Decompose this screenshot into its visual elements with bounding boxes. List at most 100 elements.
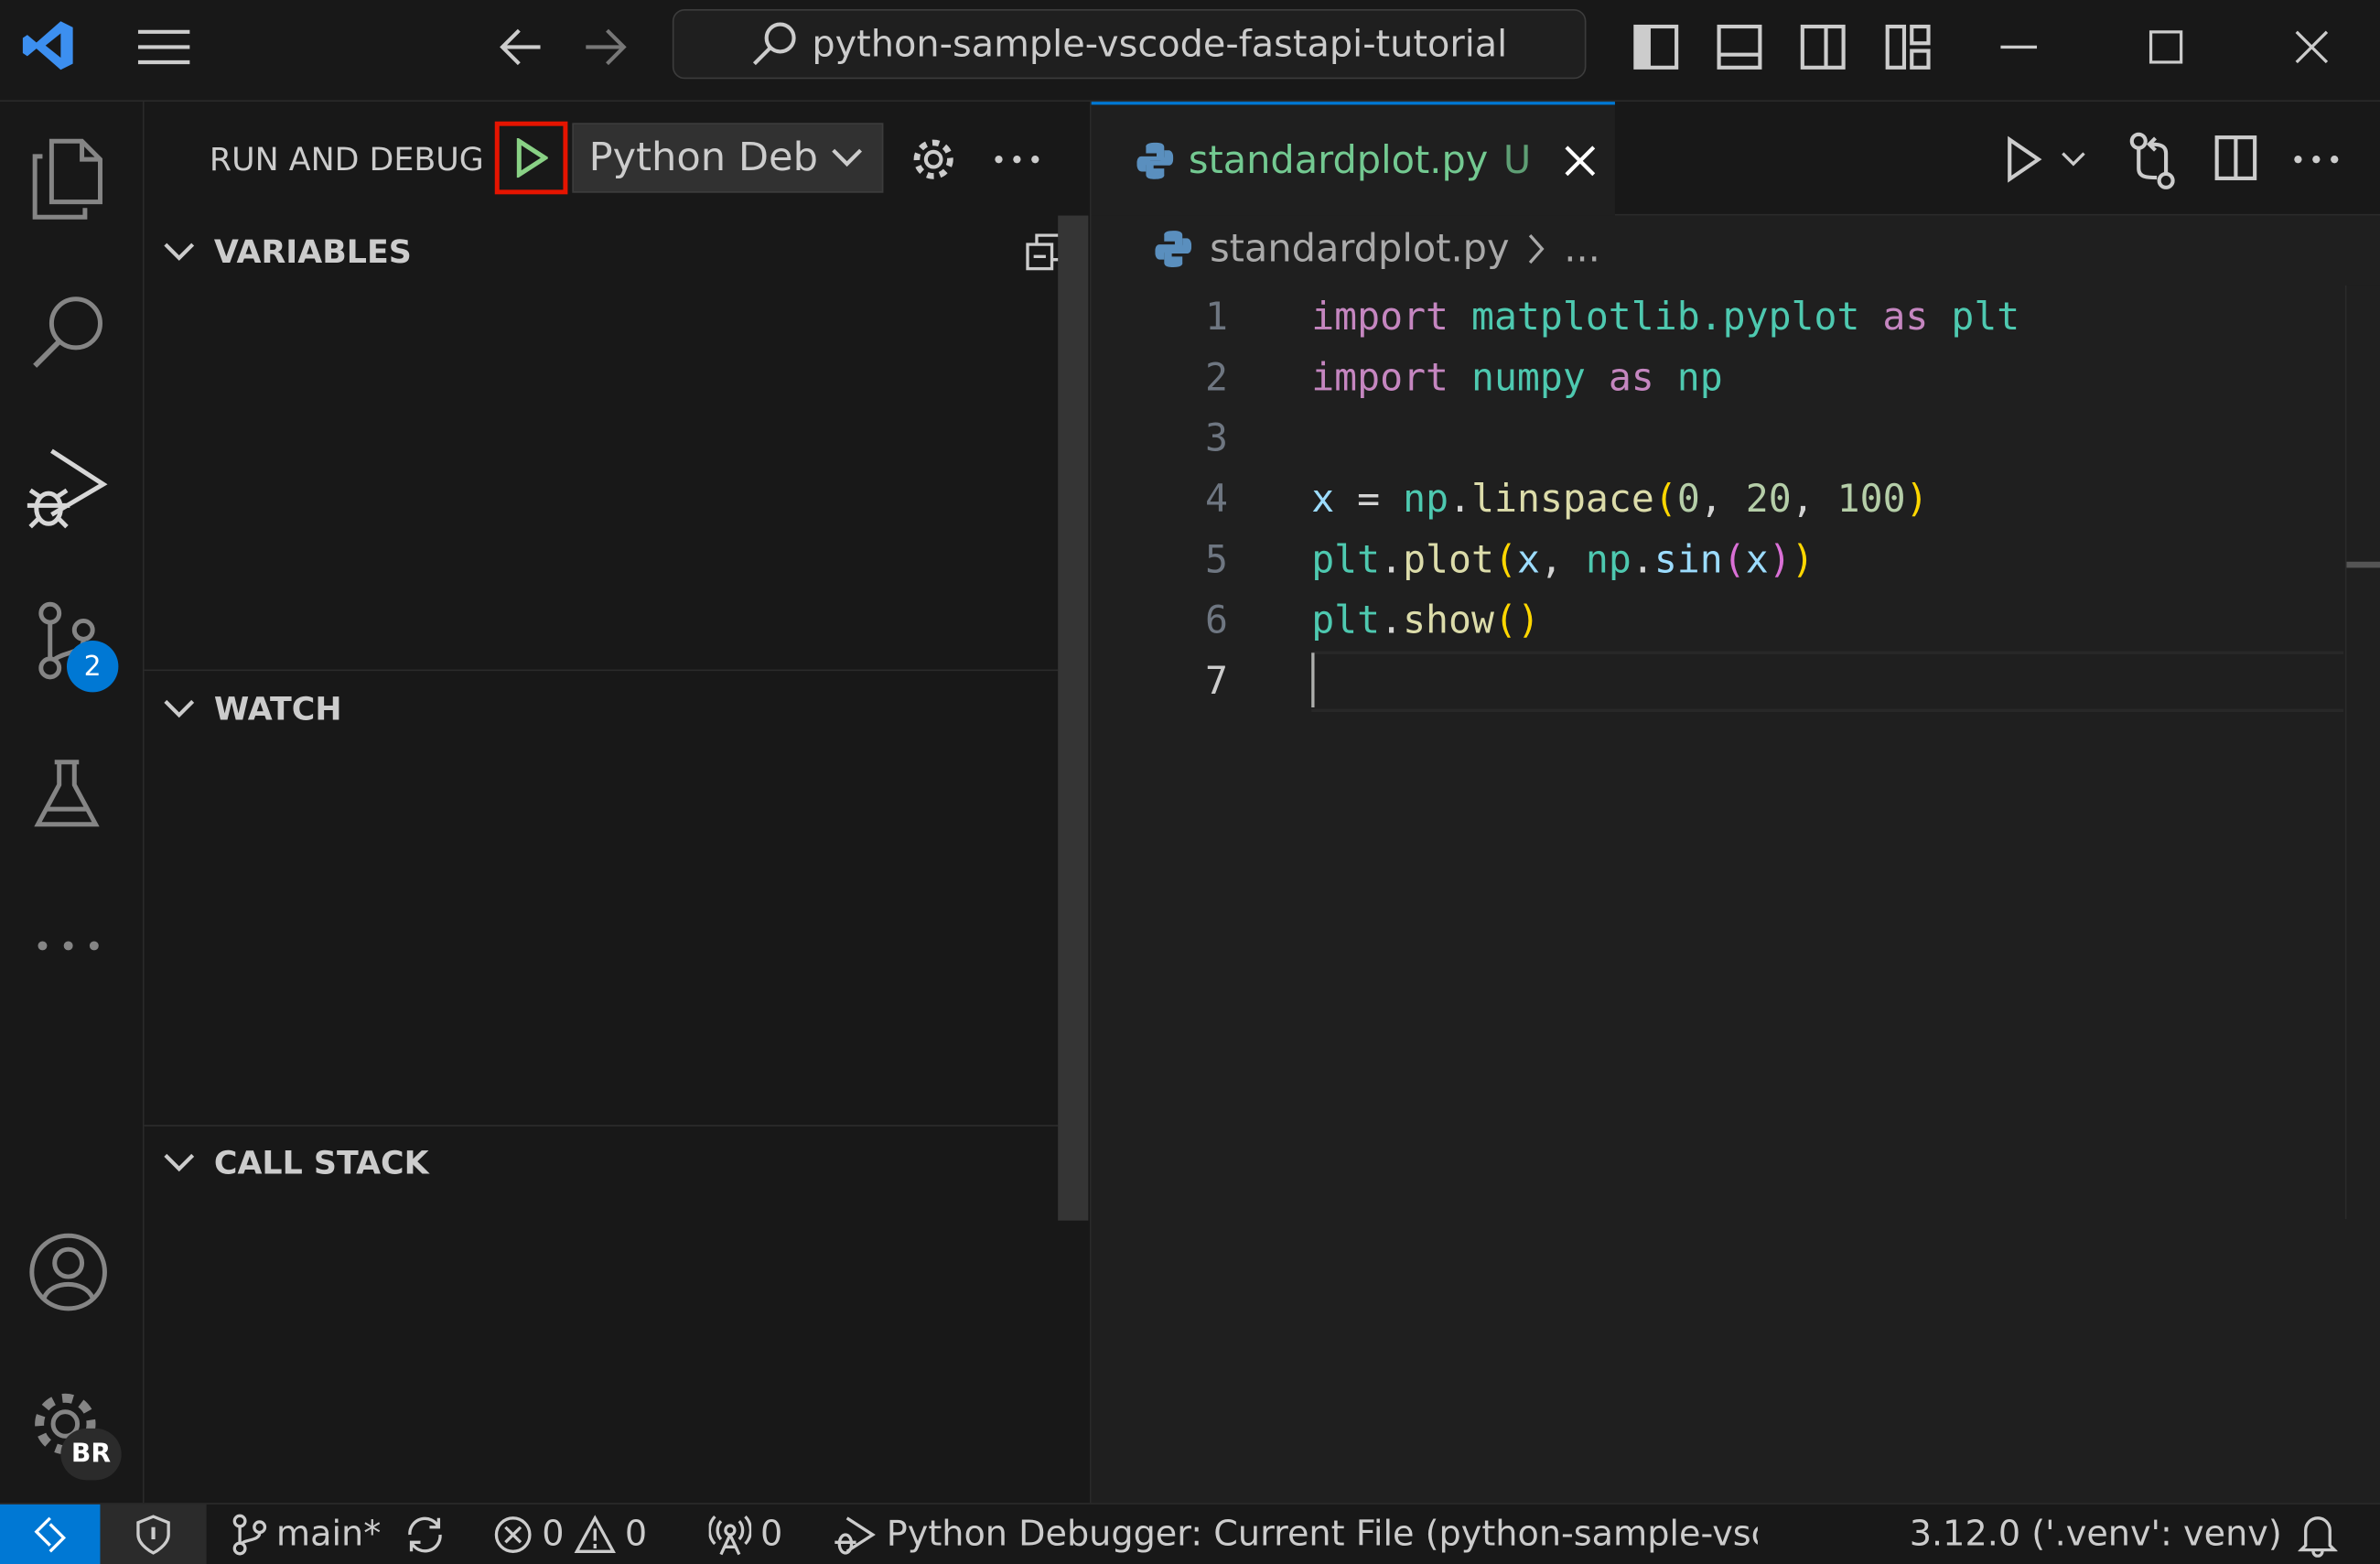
error-icon (493, 1515, 533, 1554)
minimap-scrollbar[interactable] (2344, 285, 2380, 1220)
sync-icon[interactable] (403, 1514, 448, 1556)
tab-standardplot[interactable]: standardplot.py U (1091, 102, 1615, 216)
scrollbar[interactable] (1058, 215, 1089, 1221)
line-number: 1 (1204, 293, 1228, 339)
section-title: CALL STACK (213, 1144, 429, 1181)
warning-count: 0 (624, 1515, 648, 1555)
interpreter-label: 3.12.0 ('.venv': venv) (1909, 1515, 2282, 1555)
line-number: 2 (1204, 354, 1228, 399)
code-line: import numpy as np (1311, 354, 1723, 399)
branch-button[interactable]: main* (231, 1505, 447, 1564)
title-bar: python-sample-vscode-fastapi-tutorial (0, 0, 2380, 102)
more-views-icon[interactable] (37, 940, 101, 952)
account-badge: BR (60, 1428, 122, 1481)
tab-label: standardplot.py (1188, 137, 1489, 183)
shield-icon (135, 1514, 172, 1556)
chevron-down-icon (162, 1152, 195, 1173)
code-line: import matplotlib.pyplot as plt (1311, 293, 2020, 339)
toggle-secondary-sidebar-icon[interactable] (1800, 24, 1846, 70)
debug-config-label: Python Debugger: Current File (python-sa… (886, 1515, 1758, 1555)
search-icon (751, 21, 797, 67)
more-actions-icon[interactable] (2293, 155, 2339, 164)
code-line: plt.show() (1311, 597, 1540, 642)
chevron-down-icon (830, 147, 863, 168)
run-and-debug-sidebar: RUN AND DEBUG Python Deb VARIABLES WATCH… (144, 102, 1092, 1504)
forward-arrow-icon[interactable] (583, 26, 629, 68)
broadcast-icon (708, 1514, 752, 1556)
close-window-icon[interactable] (2295, 30, 2329, 64)
text-cursor (1311, 653, 1315, 708)
ports-button[interactable]: 0 (708, 1505, 783, 1564)
divider (144, 1125, 1059, 1127)
back-arrow-icon[interactable] (498, 26, 544, 68)
search-text: python-sample-vscode-fastapi-tutorial (812, 22, 1508, 66)
untracked-status: U (1502, 137, 1532, 183)
start-debugging-button[interactable] (494, 121, 568, 195)
workspace-trust-button[interactable] (100, 1504, 207, 1564)
git-branch-icon (231, 1514, 267, 1556)
branch-name: main* (275, 1515, 382, 1555)
breadcrumb-symbols[interactable]: ... (1564, 226, 1600, 270)
python-interpreter-button[interactable]: 3.12.0 ('.venv': venv) (1910, 1505, 2282, 1564)
more-actions-icon[interactable] (995, 155, 1040, 164)
close-tab-icon[interactable] (1564, 145, 1595, 176)
scroll-position-marker (2346, 561, 2380, 568)
split-editor-icon[interactable] (2214, 135, 2257, 181)
customize-layout-icon[interactable] (1885, 24, 1931, 70)
bell-icon (2298, 1512, 2338, 1558)
menu-icon[interactable] (136, 27, 191, 67)
sidebar-title: RUN AND DEBUG (209, 141, 484, 178)
ports-count: 0 (760, 1515, 783, 1555)
line-number: 4 (1204, 476, 1228, 521)
line-number: 5 (1204, 536, 1228, 581)
chevron-down-icon (162, 242, 195, 263)
code-line: x = np.linspace(0, 20, 100) (1311, 476, 1929, 521)
open-changes-icon[interactable] (2127, 132, 2178, 189)
line-number: 7 (1204, 658, 1228, 703)
toggle-primary-sidebar-icon[interactable] (1633, 24, 1679, 70)
debug-config-select[interactable]: Python Deb (572, 123, 884, 193)
remote-button[interactable] (0, 1504, 101, 1564)
play-icon (514, 137, 548, 178)
command-center-search[interactable]: python-sample-vscode-fastapi-tutorial (672, 8, 1587, 80)
tab-bar: standardplot.py U (1091, 102, 2380, 216)
minimize-icon[interactable] (2000, 44, 2038, 50)
maximize-icon[interactable] (2148, 30, 2183, 64)
debug-config-value: Python Deb (588, 135, 818, 181)
editor-area: standardplot.py U standardplot.py ... 1 i… (1091, 102, 2380, 1504)
run-python-file-icon[interactable] (2005, 135, 2044, 184)
warning-icon (573, 1515, 616, 1554)
section-variables[interactable]: VARIABLES (145, 226, 1073, 277)
code-editor[interactable]: 1 import matplotlib.pyplot as plt 2 import… (1092, 286, 2344, 771)
line-number: 3 (1204, 415, 1228, 459)
run-and-debug-icon[interactable] (25, 445, 113, 530)
chevron-down-icon[interactable] (2060, 150, 2087, 168)
section-watch[interactable]: WATCH (145, 683, 1073, 734)
line-number: 6 (1204, 597, 1228, 642)
activity-bar: 2 BR (0, 102, 145, 1504)
breadcrumb-file[interactable]: standardplot.py (1210, 226, 1509, 270)
source-control-badge: 2 (66, 641, 119, 693)
search-icon[interactable] (30, 293, 106, 372)
code-line: plt.plot(x, np.sin(x)) (1311, 536, 1815, 581)
debug-config-status[interactable]: Python Debugger: Current File (python-sa… (832, 1505, 1758, 1564)
notifications-button[interactable] (2298, 1505, 2338, 1564)
toggle-panel-icon[interactable] (1717, 24, 1762, 70)
divider (144, 669, 1059, 672)
breadcrumb: standardplot.py ... (1155, 226, 1600, 270)
status-bar: main* 0 0 0 Python Debugger: Current Fil… (0, 1503, 2380, 1564)
section-title: WATCH (213, 690, 342, 728)
section-title: VARIABLES (213, 233, 412, 271)
problems-button[interactable]: 0 0 (493, 1505, 647, 1564)
testing-icon[interactable] (33, 758, 100, 831)
section-call-stack[interactable]: CALL STACK (145, 1137, 1073, 1188)
python-file-icon (1155, 229, 1192, 268)
python-file-icon (1136, 140, 1174, 179)
current-line-highlight (1311, 651, 2344, 712)
explorer-icon[interactable] (30, 138, 103, 221)
accounts-icon[interactable] (27, 1231, 110, 1313)
open-launch-json-gear-icon[interactable] (910, 135, 958, 184)
chevron-down-icon (162, 698, 195, 719)
chevron-right-icon (1527, 232, 1545, 264)
error-count: 0 (542, 1515, 565, 1555)
